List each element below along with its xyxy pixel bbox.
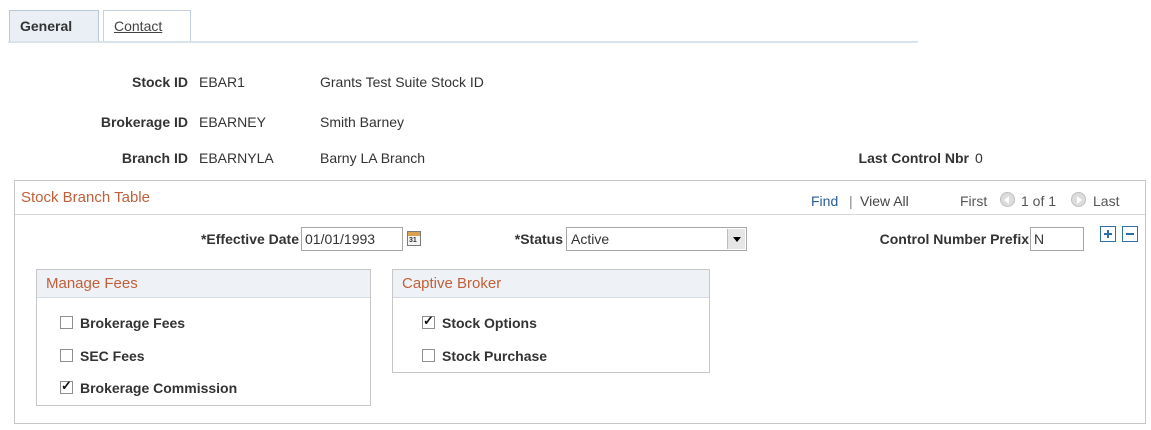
stock-options-label: Stock Options: [442, 315, 537, 331]
brokerage-id-value: EBARNEY: [199, 114, 266, 130]
brokerage-commission-label: Brokerage Commission: [80, 380, 238, 396]
stock-branch-table: Stock Branch Table Find | View All First…: [14, 180, 1146, 424]
stock-id-value: EBAR1: [199, 74, 245, 90]
tab-contact[interactable]: Contact: [103, 10, 191, 42]
nav-separator: |: [849, 193, 853, 209]
status-select[interactable]: Active: [566, 227, 747, 251]
effective-date-input[interactable]: [301, 227, 403, 251]
stock-id-label: Stock ID: [131, 74, 188, 90]
sec-fees-label: SEC Fees: [80, 348, 145, 364]
find-link[interactable]: Find: [811, 193, 838, 209]
manage-fees-group: Manage Fees Brokerage Fees SEC Fees Brok…: [36, 269, 371, 406]
last-control-nbr-value: 0: [975, 150, 983, 166]
tab-general[interactable]: General: [9, 10, 99, 42]
stock-options-checkbox[interactable]: [422, 313, 435, 329]
scroll-title: Stock Branch Table: [21, 189, 150, 206]
add-row-icon[interactable]: [1100, 226, 1116, 242]
next-arrow-icon[interactable]: [1071, 192, 1086, 207]
scroll-header: Stock Branch Table Find | View All First…: [15, 181, 1145, 215]
brokerage-id-label: Brokerage ID: [100, 114, 188, 130]
stock-purchase-checkbox[interactable]: [422, 349, 435, 362]
brokerage-fees-label: Brokerage Fees: [80, 315, 186, 331]
brokerage-id-description: Smith Barney: [320, 114, 405, 130]
branch-id-value: EBARNYLA: [199, 150, 274, 166]
status-label: *Status: [514, 231, 563, 247]
status-selected-value: Active: [571, 231, 610, 247]
stock-purchase-label: Stock Purchase: [442, 348, 548, 364]
first-label: First: [960, 193, 988, 209]
delete-row-icon[interactable]: [1122, 226, 1138, 242]
tab-bar-divider: [8, 41, 918, 43]
stock-id-description: Grants Test Suite Stock ID: [320, 74, 484, 90]
manage-fees-header: Manage Fees: [37, 270, 370, 298]
branch-id-description: Barny LA Branch: [320, 150, 426, 166]
captive-broker-title: Captive Broker: [402, 275, 502, 292]
captive-broker-header: Captive Broker: [393, 270, 709, 298]
previous-arrow-icon[interactable]: [1000, 192, 1015, 207]
tab-contact-label: Contact: [114, 18, 163, 34]
tab-general-label: General: [20, 18, 73, 34]
view-all-link[interactable]: View All: [860, 193, 909, 209]
effective-date-label: *Effective Date: [200, 231, 299, 247]
control-prefix-label: Control Number Prefix: [879, 231, 1029, 247]
page-count: 1 of 1: [1021, 193, 1057, 209]
calendar-day: 31: [409, 237, 417, 244]
brokerage-commission-checkbox[interactable]: [60, 378, 73, 394]
sec-fees-checkbox[interactable]: [60, 349, 73, 362]
captive-broker-group: Captive Broker Stock Options Stock Purch…: [392, 269, 710, 373]
calendar-icon[interactable]: 31: [407, 231, 421, 246]
brokerage-fees-checkbox[interactable]: [60, 316, 73, 329]
last-label: Last: [1093, 193, 1120, 209]
control-prefix-input[interactable]: [1030, 227, 1084, 251]
chevron-down-icon[interactable]: [727, 229, 745, 249]
manage-fees-title: Manage Fees: [46, 275, 138, 292]
last-control-nbr-label: Last Control Nbr: [858, 150, 969, 166]
branch-id-label: Branch ID: [121, 150, 188, 166]
